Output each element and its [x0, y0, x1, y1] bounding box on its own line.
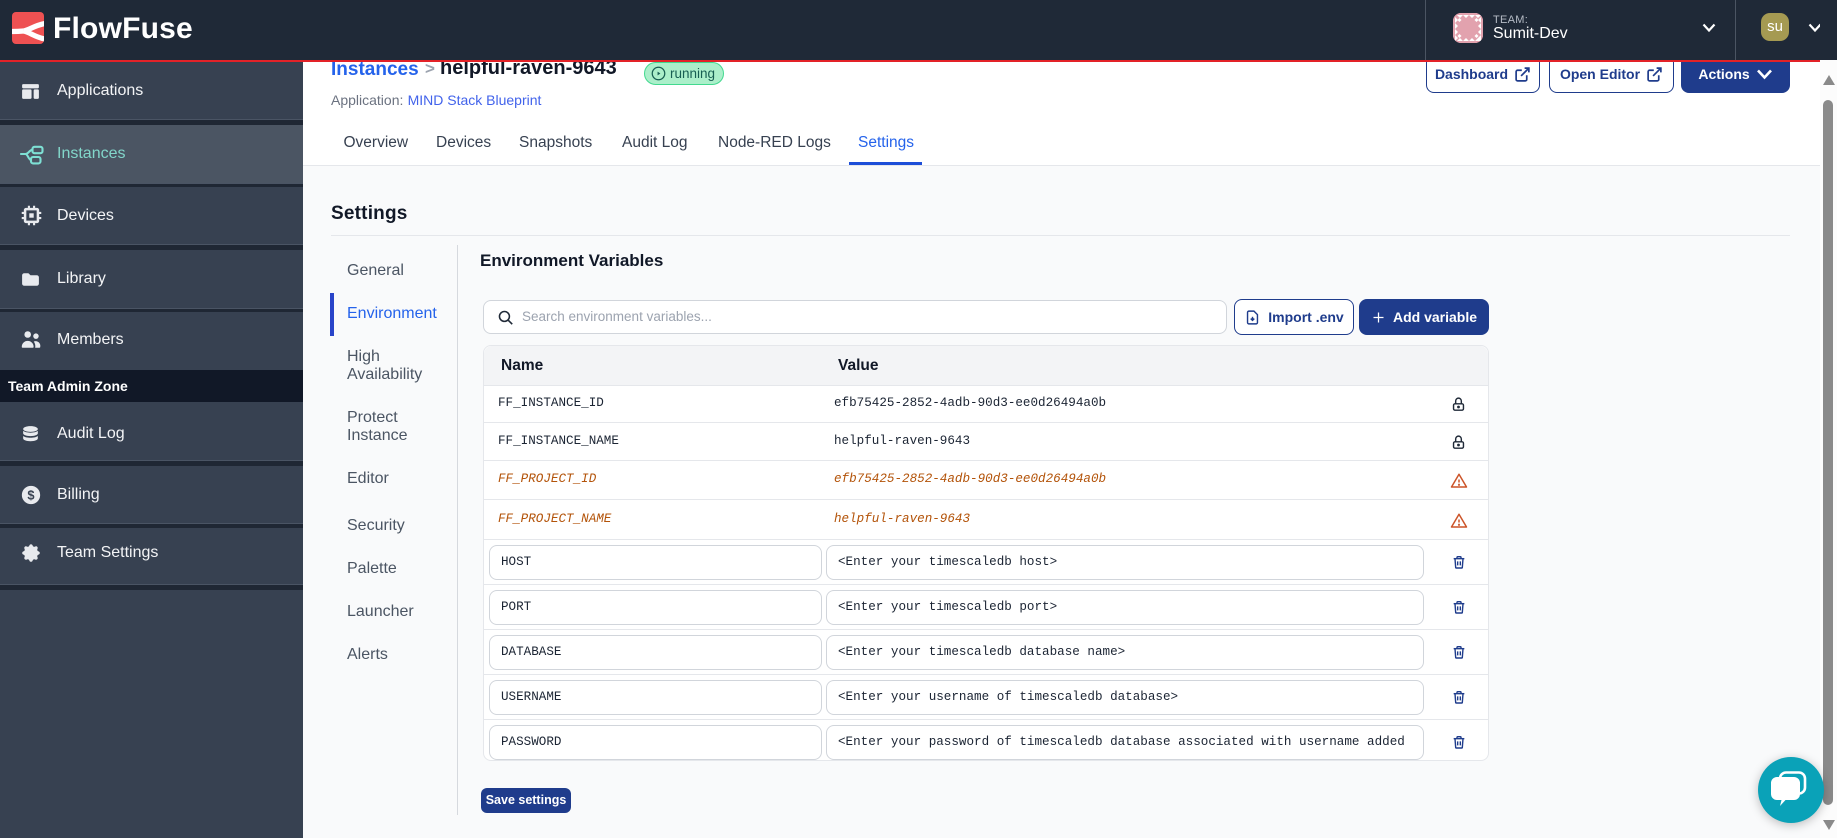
svg-text:$: $: [27, 487, 34, 502]
